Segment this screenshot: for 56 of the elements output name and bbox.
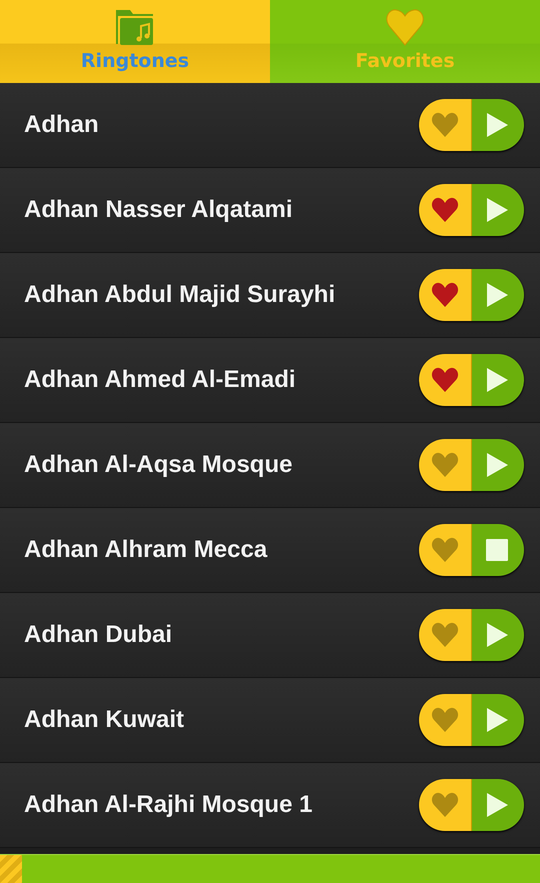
heart-icon	[431, 792, 459, 818]
ringtone-row[interactable]: Adhan Dubai	[0, 593, 540, 678]
favorite-button[interactable]	[419, 524, 472, 576]
ringtone-title: Adhan Dubai	[24, 621, 172, 649]
ringtone-row[interactable]: Adhan Al-Aqsa Mosque	[0, 423, 540, 508]
ringtone-row[interactable]: Adhan	[0, 83, 540, 168]
heart-icon	[431, 537, 459, 563]
ringtone-row[interactable]: Adhan Alhram Mecca	[0, 508, 540, 593]
ringtone-row[interactable]: Adhan Al-Rajhi Mosque 1	[0, 763, 540, 848]
play-button[interactable]	[472, 439, 524, 491]
play-button[interactable]	[472, 694, 524, 746]
play-button[interactable]	[472, 269, 524, 321]
ringtone-title: Adhan Ahmed Al-Emadi	[24, 366, 296, 394]
stop-button[interactable]	[472, 524, 524, 576]
play-icon	[485, 792, 509, 818]
play-button[interactable]	[472, 354, 524, 406]
ringtone-row[interactable]: Adhan Kuwait	[0, 678, 540, 763]
heart-icon	[431, 367, 459, 393]
ringtone-title: Adhan Nasser Alqatami	[24, 196, 293, 224]
ringtone-row[interactable]: Adhan Nasser Alqatami	[0, 168, 540, 253]
play-icon	[485, 452, 509, 478]
heart-icon	[431, 707, 459, 733]
play-icon	[485, 622, 509, 648]
ringtone-title: Adhan Al-Rajhi Mosque 1	[24, 791, 312, 819]
play-button[interactable]	[472, 184, 524, 236]
heart-icon	[431, 197, 459, 223]
ringtone-title: Adhan Al-Aqsa Mosque	[24, 451, 292, 479]
favorite-button[interactable]	[419, 439, 472, 491]
ringtone-title: Adhan Abdul Majid Surayhi	[24, 281, 336, 309]
heart-icon	[431, 452, 459, 478]
heart-icon	[431, 282, 459, 308]
heart-icon	[385, 8, 425, 46]
play-icon	[485, 707, 509, 733]
play-icon	[485, 197, 509, 223]
play-icon	[485, 112, 509, 138]
favorite-button[interactable]	[419, 609, 472, 661]
ringtone-title: Adhan	[24, 111, 99, 139]
favorite-button[interactable]	[419, 184, 472, 236]
favorite-button[interactable]	[419, 99, 472, 151]
ringtone-title: Adhan Kuwait	[24, 706, 184, 734]
favorite-button[interactable]	[419, 269, 472, 321]
play-icon	[485, 367, 509, 393]
play-button[interactable]	[472, 609, 524, 661]
play-button[interactable]	[472, 779, 524, 831]
ringtone-row[interactable]: Adhan Abdul Majid Surayhi	[0, 253, 540, 338]
ringtone-row[interactable]: Adhan Ahmed Al-Emadi	[0, 338, 540, 423]
music-folder-icon	[115, 8, 155, 46]
stop-icon	[485, 537, 509, 563]
favorite-button[interactable]	[419, 354, 472, 406]
favorite-button[interactable]	[419, 694, 472, 746]
play-button[interactable]	[472, 99, 524, 151]
heart-icon	[431, 622, 459, 648]
ringtone-title: Adhan Alhram Mecca	[24, 536, 268, 564]
play-icon	[485, 282, 509, 308]
favorite-button[interactable]	[419, 779, 472, 831]
heart-icon	[431, 112, 459, 138]
